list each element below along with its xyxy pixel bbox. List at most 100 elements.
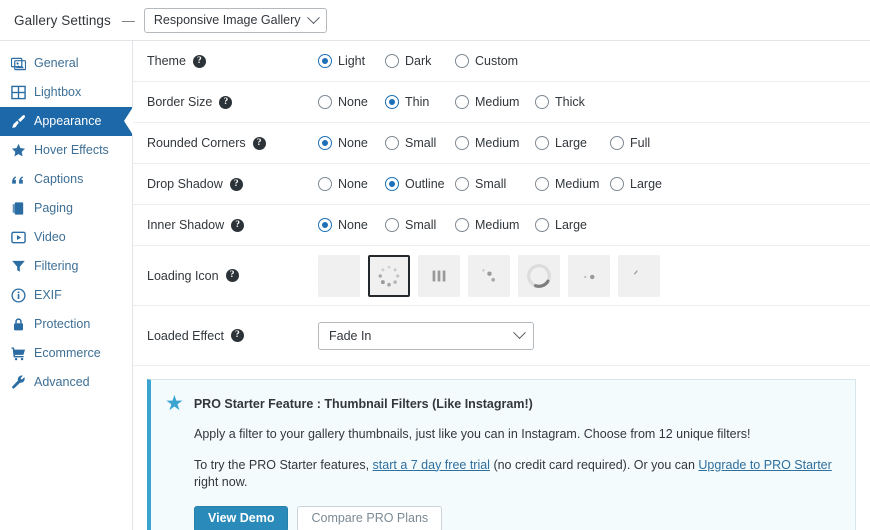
app-header: Gallery Settings — Responsive Image Gall… [0, 0, 870, 41]
pro-panel-header: ★ PRO Starter Feature : Thumbnail Filter… [165, 393, 839, 414]
book-icon [11, 201, 26, 216]
sidebar-item-exif[interactable]: EXIF [0, 281, 132, 310]
pro-panel-wrapper: ★ PRO Starter Feature : Thumbnail Filter… [133, 366, 870, 530]
funnel-icon [11, 259, 26, 274]
radio-corners-large[interactable]: Large [535, 136, 610, 150]
radio-corners-full[interactable]: Full [610, 136, 650, 150]
radio-indicator [535, 95, 549, 109]
sidebar-item-paging[interactable]: Paging [0, 194, 132, 223]
pro-panel-buttons: View Demo Compare PRO Plans [194, 505, 839, 530]
loading-icon-swatches [318, 254, 660, 297]
setting-label: Loaded Effect ? [147, 329, 318, 343]
sidebar-item-label: Advanced [34, 375, 90, 390]
radio-drop-large[interactable]: Large [610, 177, 662, 191]
swatch-none-blank-icon[interactable] [318, 254, 360, 297]
swatch-three-dots-icon[interactable] [468, 254, 510, 297]
radio-indicator [535, 136, 549, 150]
setting-row-rounded-corners: Rounded Corners ? None Small Medium Larg… [133, 123, 870, 164]
sidebar-item-label: Paging [34, 201, 73, 216]
sidebar-item-label: Filtering [34, 259, 79, 274]
quote-icon [11, 172, 26, 187]
sidebar-item-hover-effects[interactable]: Hover Effects [0, 136, 132, 165]
radio-corners-none[interactable]: None [318, 136, 385, 150]
sidebar-item-label: General [34, 56, 79, 71]
sidebar-item-appearance[interactable]: Appearance [0, 107, 133, 136]
sidebar-item-lightbox[interactable]: Lightbox [0, 78, 132, 107]
setting-row-border-size: Border Size ? None Thin Medium Thick [133, 82, 870, 123]
radio-inner-none[interactable]: None [318, 218, 385, 232]
radio-group-border-size: None Thin Medium Thick [318, 95, 585, 109]
radio-indicator [535, 218, 549, 232]
pro-starter-panel: ★ PRO Starter Feature : Thumbnail Filter… [147, 379, 856, 530]
help-icon[interactable]: ? [252, 136, 266, 150]
radio-theme-custom[interactable]: Custom [455, 54, 518, 68]
app-body: General Lightbox Appearance Hover Effect… [0, 41, 870, 530]
radio-corners-medium[interactable]: Medium [455, 136, 535, 150]
star-icon: ★ [165, 392, 184, 415]
radio-inner-large[interactable]: Large [535, 218, 587, 232]
setting-row-loading-icon: Loading Icon ? [133, 246, 870, 306]
radio-inner-medium[interactable]: Medium [455, 218, 535, 232]
swatch-bars-icon[interactable] [418, 254, 460, 297]
upgrade-pro-link[interactable]: Upgrade to PRO Starter [698, 458, 831, 472]
radio-indicator [385, 54, 399, 68]
swatch-spinner-dots-icon[interactable] [368, 254, 410, 297]
compare-pro-plans-button[interactable]: Compare PRO Plans [297, 505, 443, 530]
sidebar-item-protection[interactable]: Protection [0, 310, 132, 339]
radio-indicator [455, 95, 469, 109]
sidebar-item-video[interactable]: Video [0, 223, 132, 252]
header-separator: — [121, 12, 135, 28]
cart-icon [11, 346, 26, 361]
sidebar-item-advanced[interactable]: Advanced [0, 368, 132, 397]
free-trial-link[interactable]: start a 7 day free trial [373, 458, 490, 472]
help-icon[interactable]: ? [230, 329, 244, 342]
images-icon [11, 56, 26, 71]
radio-inner-small[interactable]: Small [385, 218, 455, 232]
radio-corners-small[interactable]: Small [385, 136, 455, 150]
radio-theme-light[interactable]: Light [318, 54, 385, 68]
radio-group-drop-shadow: None Outline Small Medium Large [318, 177, 662, 191]
sidebar-item-ecommerce[interactable]: Ecommerce [0, 339, 132, 368]
radio-drop-medium[interactable]: Medium [535, 177, 610, 191]
radio-border-medium[interactable]: Medium [455, 95, 535, 109]
play-icon [11, 230, 26, 245]
radio-drop-small[interactable]: Small [455, 177, 535, 191]
setting-row-inner-shadow: Inner Shadow ? None Small Medium Large [133, 205, 870, 246]
sidebar-item-captions[interactable]: Captions [0, 165, 132, 194]
radio-indicator [455, 54, 469, 68]
loaded-effect-select[interactable]: Fade In [318, 321, 534, 350]
radio-theme-dark[interactable]: Dark [385, 54, 455, 68]
radio-drop-outline[interactable]: Outline [385, 177, 455, 191]
sidebar-item-label: Lightbox [34, 85, 82, 100]
help-icon[interactable]: ? [225, 269, 239, 282]
radio-indicator [318, 95, 332, 109]
help-icon[interactable]: ? [229, 177, 243, 191]
help-icon[interactable]: ? [231, 218, 245, 232]
pro-panel-cta-text: To try the PRO Starter features, start a… [194, 457, 832, 490]
sidebar: General Lightbox Appearance Hover Effect… [0, 41, 133, 530]
swatch-two-dots-icon[interactable] [568, 254, 610, 297]
info-icon [11, 288, 26, 303]
lock-icon [11, 317, 26, 332]
help-icon[interactable]: ? [192, 54, 206, 68]
radio-indicator [610, 136, 624, 150]
setting-label: Theme ? [147, 54, 318, 68]
radio-indicator [318, 136, 332, 150]
radio-border-none[interactable]: None [318, 95, 385, 109]
sidebar-item-general[interactable]: General [0, 49, 132, 78]
radio-indicator [610, 177, 624, 191]
pro-panel-description: Apply a filter to your gallery thumbnail… [194, 427, 751, 441]
swatch-comet-icon[interactable] [618, 254, 660, 297]
radio-border-thick[interactable]: Thick [535, 95, 585, 109]
radio-border-thin[interactable]: Thin [385, 95, 455, 109]
view-demo-button[interactable]: View Demo [194, 505, 289, 530]
setting-label: Loading Icon ? [147, 269, 318, 283]
help-icon[interactable]: ? [219, 95, 233, 109]
sidebar-item-label: Video [34, 230, 66, 245]
setting-row-loaded-effect: Loaded Effect ? Fade In [133, 306, 870, 366]
swatch-ring-spinner-icon[interactable] [518, 254, 560, 297]
sidebar-item-filtering[interactable]: Filtering [0, 252, 132, 281]
radio-drop-none[interactable]: None [318, 177, 385, 191]
gallery-selector[interactable]: Responsive Image Gallery [143, 7, 327, 33]
settings-panel: Theme ? Light Dark Custom Border Size ? … [133, 41, 870, 530]
